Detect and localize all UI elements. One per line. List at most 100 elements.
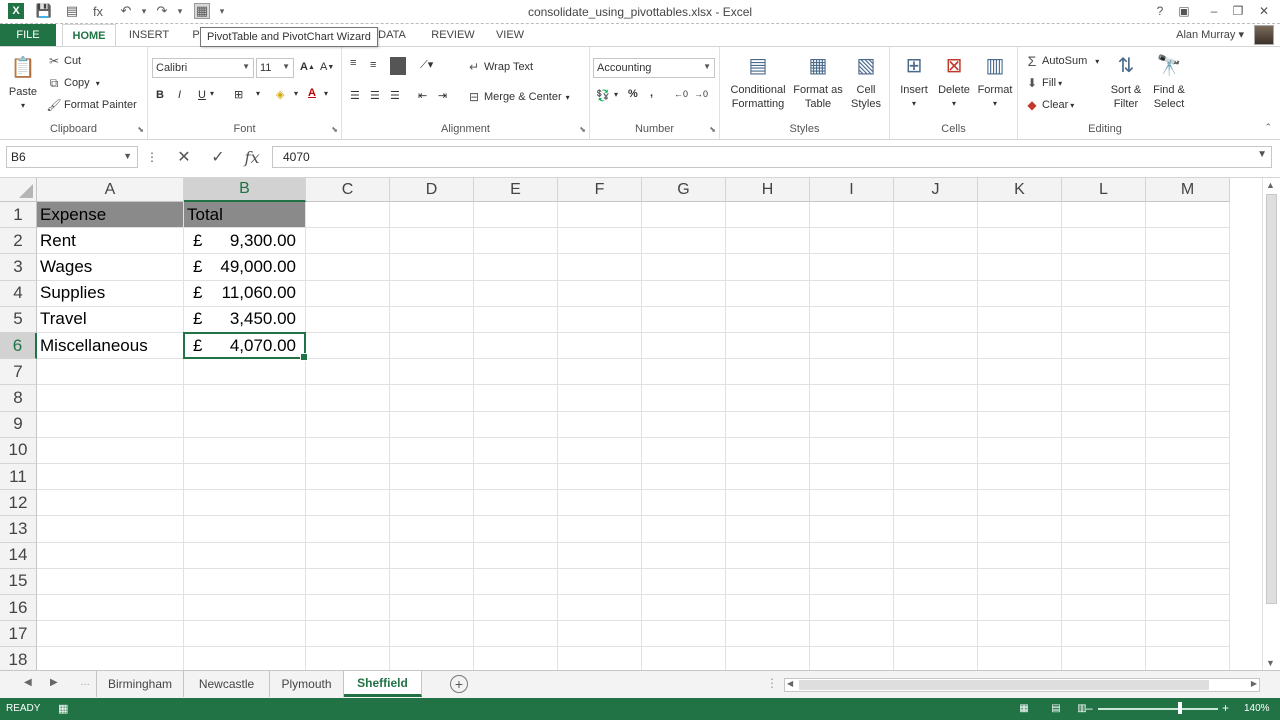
cell-h14[interactable]	[726, 542, 810, 569]
cell-b17[interactable]	[184, 621, 306, 648]
cell-m8[interactable]	[1146, 385, 1230, 412]
cell-h15[interactable]	[726, 568, 810, 595]
cell-c18[interactable]	[306, 647, 390, 670]
cell-i10[interactable]	[810, 437, 894, 464]
cell-l17[interactable]	[1062, 621, 1146, 648]
column-header-g[interactable]: G	[642, 178, 726, 202]
cell-k9[interactable]	[978, 411, 1062, 438]
cell-l7[interactable]	[1062, 359, 1146, 386]
align-left-icon[interactable]: ☰	[350, 89, 360, 102]
cell-j5[interactable]	[894, 306, 978, 333]
cell-d12[interactable]	[390, 490, 474, 517]
cell-k16[interactable]	[978, 595, 1062, 622]
scroll-right-icon[interactable]: ▶	[1251, 679, 1257, 688]
scroll-up-icon[interactable]: ▲	[1266, 180, 1275, 190]
avatar[interactable]	[1254, 25, 1274, 45]
currency-dropdown-icon[interactable]: ▾	[614, 90, 618, 99]
insert-function-button[interactable]: fx	[240, 146, 264, 168]
cell-e4[interactable]	[474, 280, 558, 307]
cell-k1[interactable]	[978, 202, 1062, 229]
cell-j12[interactable]	[894, 490, 978, 517]
collapse-ribbon-icon[interactable]: ⌃	[1264, 122, 1272, 133]
align-bottom-icon[interactable]	[390, 57, 406, 75]
cell-g2[interactable]	[642, 228, 726, 255]
clear-button[interactable]: ◆ Clear ▾	[1024, 97, 1074, 113]
cell-e1[interactable]	[474, 202, 558, 229]
cell-h9[interactable]	[726, 411, 810, 438]
row-header-6[interactable]: 6	[0, 333, 37, 360]
column-header-c[interactable]: C	[306, 178, 390, 202]
cell-e6[interactable]	[474, 333, 558, 360]
cell-d10[interactable]	[390, 437, 474, 464]
number-launcher-icon[interactable]: ⬊	[709, 125, 716, 134]
cell-a6[interactable]: Miscellaneous	[37, 333, 184, 360]
tab-view[interactable]: VIEW	[490, 24, 530, 46]
cell-l16[interactable]	[1062, 595, 1146, 622]
cell-b16[interactable]	[184, 595, 306, 622]
cell-k13[interactable]	[978, 516, 1062, 543]
macro-recording-icon[interactable]: ▦	[58, 702, 68, 715]
cell-k14[interactable]	[978, 542, 1062, 569]
cell-g10[interactable]	[642, 437, 726, 464]
cell-f9[interactable]	[558, 411, 642, 438]
cell-j15[interactable]	[894, 568, 978, 595]
column-header-f[interactable]: F	[558, 178, 642, 202]
cell-f14[interactable]	[558, 542, 642, 569]
cell-m3[interactable]	[1146, 254, 1230, 281]
cell-k17[interactable]	[978, 621, 1062, 648]
cell-b2[interactable]: £9,300.00	[184, 228, 306, 255]
delete-cells-button[interactable]: ⊠ Delete ▾	[934, 51, 974, 111]
cell-i16[interactable]	[810, 595, 894, 622]
cell-e3[interactable]	[474, 254, 558, 281]
cell-d9[interactable]	[390, 411, 474, 438]
cell-m12[interactable]	[1146, 490, 1230, 517]
borders-icon[interactable]: ⊞	[234, 88, 243, 101]
horizontal-scrollbar[interactable]: ◀ ▶	[784, 678, 1260, 692]
cell-j2[interactable]	[894, 228, 978, 255]
find-select-button[interactable]: 🔭 Find & Select	[1148, 51, 1190, 111]
decrease-decimal-icon[interactable]: →0	[694, 89, 708, 99]
formula-bar-handle-icon[interactable]: ⋮	[146, 146, 158, 168]
percent-button[interactable]: %	[628, 88, 638, 100]
cell-d16[interactable]	[390, 595, 474, 622]
cell-m9[interactable]	[1146, 411, 1230, 438]
cell-f15[interactable]	[558, 568, 642, 595]
cell-i3[interactable]	[810, 254, 894, 281]
cell-d8[interactable]	[390, 385, 474, 412]
font-color-dropdown-icon[interactable]: ▾	[324, 89, 328, 98]
cell-g12[interactable]	[642, 490, 726, 517]
tab-home[interactable]: HOME	[62, 24, 116, 46]
next-sheet-icon[interactable]: ▶	[50, 677, 58, 688]
cell-h12[interactable]	[726, 490, 810, 517]
page-layout-view-icon[interactable]: ▤	[1048, 701, 1064, 715]
cell-c17[interactable]	[306, 621, 390, 648]
cell-m10[interactable]	[1146, 437, 1230, 464]
cell-l18[interactable]	[1062, 647, 1146, 670]
cell-d17[interactable]	[390, 621, 474, 648]
cell-b13[interactable]	[184, 516, 306, 543]
column-header-b[interactable]: B	[184, 178, 306, 202]
cell-e11[interactable]	[474, 464, 558, 491]
cell-a14[interactable]	[37, 542, 184, 569]
cell-m1[interactable]	[1146, 202, 1230, 229]
row-header-2[interactable]: 2	[0, 228, 37, 255]
cell-f4[interactable]	[558, 280, 642, 307]
cell-c8[interactable]	[306, 385, 390, 412]
cell-d15[interactable]	[390, 568, 474, 595]
cell-a9[interactable]	[37, 411, 184, 438]
row-header-5[interactable]: 5	[0, 306, 37, 333]
cell-c13[interactable]	[306, 516, 390, 543]
cell-k2[interactable]	[978, 228, 1062, 255]
enter-icon[interactable]: ✓	[208, 146, 228, 168]
cell-b15[interactable]	[184, 568, 306, 595]
cell-e16[interactable]	[474, 595, 558, 622]
underline-dropdown-icon[interactable]: ▾	[210, 89, 214, 98]
cell-i14[interactable]	[810, 542, 894, 569]
cell-c14[interactable]	[306, 542, 390, 569]
cell-b3[interactable]: £49,000.00	[184, 254, 306, 281]
cell-e12[interactable]	[474, 490, 558, 517]
cell-k5[interactable]	[978, 306, 1062, 333]
format-cells-button[interactable]: ▥ Format ▾	[974, 51, 1016, 111]
cell-a18[interactable]	[37, 647, 184, 670]
worksheet-grid[interactable]: ABCDEFGHIJKLM 1 2 3 4 5 6 7 8 9 10 11 12 13 14 15 16 17 1…	[0, 178, 1280, 670]
